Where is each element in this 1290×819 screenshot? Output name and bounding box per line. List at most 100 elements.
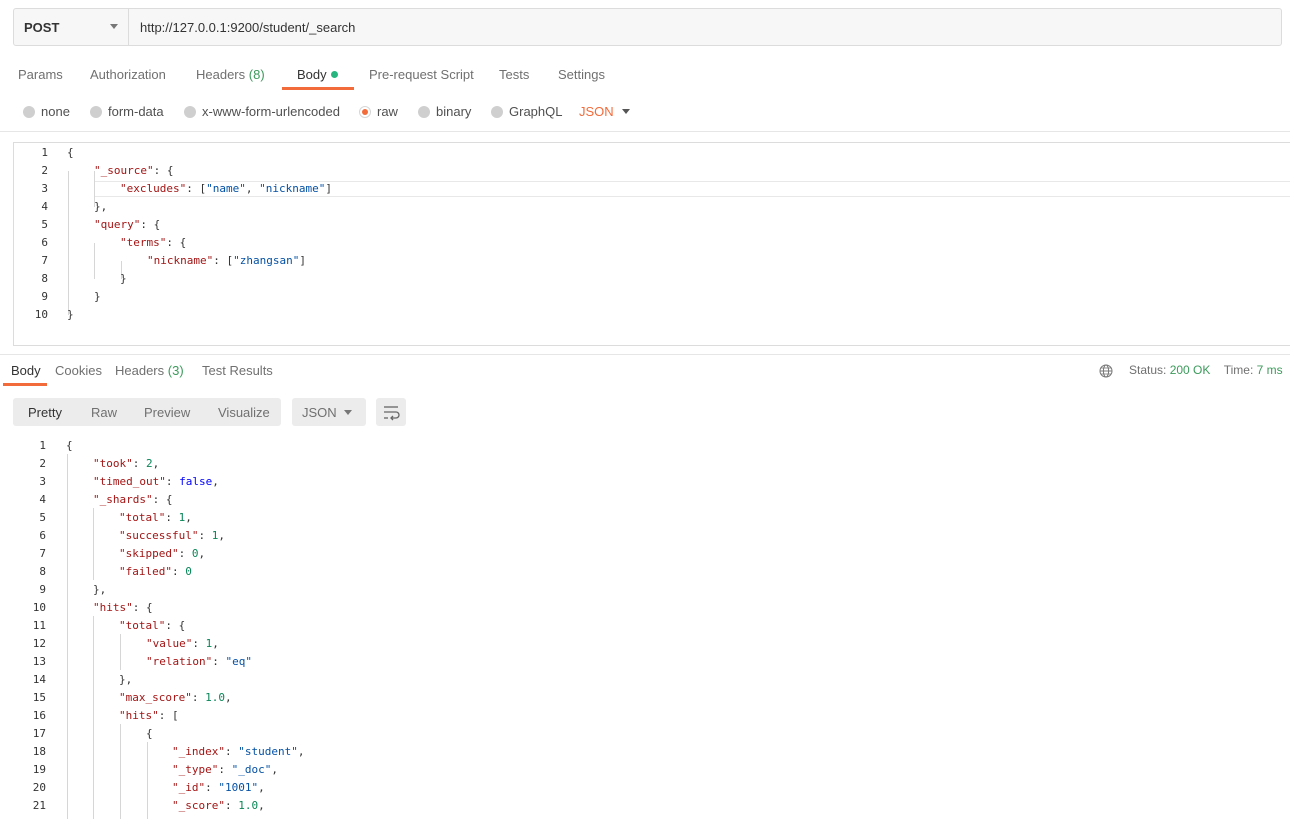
- line-number: 3: [39, 475, 46, 488]
- status-label: Status:: [1129, 363, 1167, 377]
- radio-binary[interactable]: binary: [418, 104, 471, 120]
- indent-guide: [94, 243, 95, 279]
- code-text: }: [120, 272, 127, 285]
- indent-guide: [120, 634, 121, 670]
- radio-circle-icon: [90, 106, 102, 118]
- radio-graphql-label: GraphQL: [509, 104, 563, 119]
- radio-urlencoded-label: x-www-form-urlencoded: [202, 104, 340, 119]
- response-format-label: JSON: [302, 405, 337, 420]
- code-text: "_type": "_doc",: [172, 763, 278, 776]
- tab-body[interactable]: Body: [297, 67, 338, 82]
- response-tab-test-results[interactable]: Test Results: [202, 363, 273, 378]
- code-text: "value": 1,: [146, 637, 219, 650]
- status-value[interactable]: 200 OK: [1170, 363, 1211, 377]
- line-number: 7: [41, 254, 48, 267]
- request-bar: POST http://127.0.0.1:9200/student/_sear…: [13, 8, 1282, 46]
- code-text: "excludes": ["name", "nickname"]: [120, 182, 332, 195]
- response-tab-body[interactable]: Body: [11, 363, 41, 378]
- code-text: {: [66, 439, 73, 452]
- line-number: 4: [41, 200, 48, 213]
- code-text: "query": {: [94, 218, 161, 231]
- radio-none-label: none: [41, 104, 70, 119]
- line-number: 16: [32, 709, 46, 722]
- line-number: 8: [39, 565, 46, 578]
- body-indicator-dot: [330, 71, 338, 78]
- code-text: "hits": [: [119, 709, 179, 722]
- code-text: "relation": "eq": [146, 655, 252, 668]
- indent-guide: [68, 171, 69, 315]
- body-format-select[interactable]: JSON: [579, 104, 614, 119]
- chevron-down-icon[interactable]: [622, 109, 630, 114]
- tab-prerequest-script[interactable]: Pre-request Script: [369, 67, 474, 82]
- radio-none[interactable]: none: [23, 104, 70, 120]
- code-text: "_score": 1.0,: [172, 799, 265, 812]
- code-text: "nickname": ["zhangsan"]: [147, 254, 306, 267]
- method-label: POST: [24, 20, 60, 35]
- response-tab-cookies[interactable]: Cookies: [55, 363, 102, 378]
- time-value[interactable]: 7 ms: [1257, 363, 1283, 377]
- code-text: {: [67, 146, 74, 159]
- line-number: 10: [32, 601, 46, 614]
- active-tab-underline: [3, 383, 47, 386]
- code-text: }: [67, 308, 74, 321]
- view-preview-button[interactable]: Preview: [144, 405, 190, 420]
- line-number: 12: [32, 637, 46, 650]
- view-raw-button[interactable]: Raw: [91, 405, 117, 420]
- code-text: "_source": {: [94, 164, 174, 177]
- tab-authorization[interactable]: Authorization: [90, 67, 166, 82]
- line-number: 6: [39, 529, 46, 542]
- line-number: 13: [32, 655, 46, 668]
- line-number: 9: [39, 583, 46, 596]
- code-text: "max_score": 1.0,: [119, 691, 232, 704]
- line-number: 6: [41, 236, 48, 249]
- line-number: 15: [32, 691, 46, 704]
- code-text: "_index": "student",: [172, 745, 305, 758]
- response-body-viewer[interactable]: 1 { 2 "took": 2, 3 "timed_out": false, 4 "_s…: [0, 436, 1290, 819]
- divider: [0, 131, 1290, 132]
- response-view-modes: Pretty Raw Preview Visualize: [13, 398, 281, 426]
- radio-raw[interactable]: raw: [359, 104, 398, 120]
- line-number: 9: [41, 290, 48, 303]
- code-text: "successful": 1,: [119, 529, 225, 542]
- line-number: 2: [39, 457, 46, 470]
- response-tab-headers-label: Headers: [115, 363, 165, 378]
- view-visualize-button[interactable]: Visualize: [218, 405, 270, 420]
- line-number: 10: [34, 308, 48, 321]
- line-number: 1: [41, 146, 48, 159]
- code-text: "total": {: [119, 619, 186, 632]
- radio-circle-icon: [184, 106, 196, 118]
- code-text: "terms": {: [120, 236, 187, 249]
- radio-circle-icon: [418, 106, 430, 118]
- response-tab-headers[interactable]: Headers (3): [115, 363, 184, 378]
- tab-headers[interactable]: Headers (8): [196, 67, 265, 82]
- code-text: "timed_out": false,: [93, 475, 219, 488]
- tab-settings[interactable]: Settings: [558, 67, 605, 82]
- line-number: 14: [32, 673, 46, 686]
- request-body-editor[interactable]: 1 { 2 "_source": { 3 "excludes": ["name", "…: [13, 142, 1290, 346]
- radio-graphql[interactable]: GraphQL: [491, 104, 562, 120]
- code-text: "_id": "1001",: [172, 781, 265, 794]
- url-input[interactable]: http://127.0.0.1:9200/student/_search: [140, 20, 355, 35]
- code-text: }: [94, 290, 101, 303]
- response-status: Status: 200 OK Time: 7 ms: [1098, 363, 1283, 377]
- line-number: 17: [32, 727, 46, 740]
- radio-circle-icon: [491, 106, 503, 118]
- radio-urlencoded[interactable]: x-www-form-urlencoded: [184, 104, 340, 120]
- response-format-select[interactable]: JSON: [292, 398, 366, 426]
- code-text: "skipped": 0,: [119, 547, 206, 560]
- tab-tests[interactable]: Tests: [499, 67, 529, 82]
- tab-params[interactable]: Params: [18, 67, 63, 82]
- wrap-lines-button[interactable]: [376, 398, 406, 426]
- tab-body-label: Body: [297, 67, 327, 82]
- radio-form-data[interactable]: form-data: [90, 104, 164, 120]
- line-number: 3: [41, 182, 48, 195]
- time-label: Time:: [1223, 363, 1254, 377]
- line-number: 7: [39, 547, 46, 560]
- line-number: 5: [39, 511, 46, 524]
- active-tab-underline: [282, 87, 354, 90]
- view-pretty-button[interactable]: Pretty: [28, 405, 62, 420]
- method-select[interactable]: POST: [14, 9, 129, 45]
- radio-form-data-label: form-data: [108, 104, 164, 119]
- code-text: "hits": {: [93, 601, 153, 614]
- code-text: },: [93, 583, 107, 596]
